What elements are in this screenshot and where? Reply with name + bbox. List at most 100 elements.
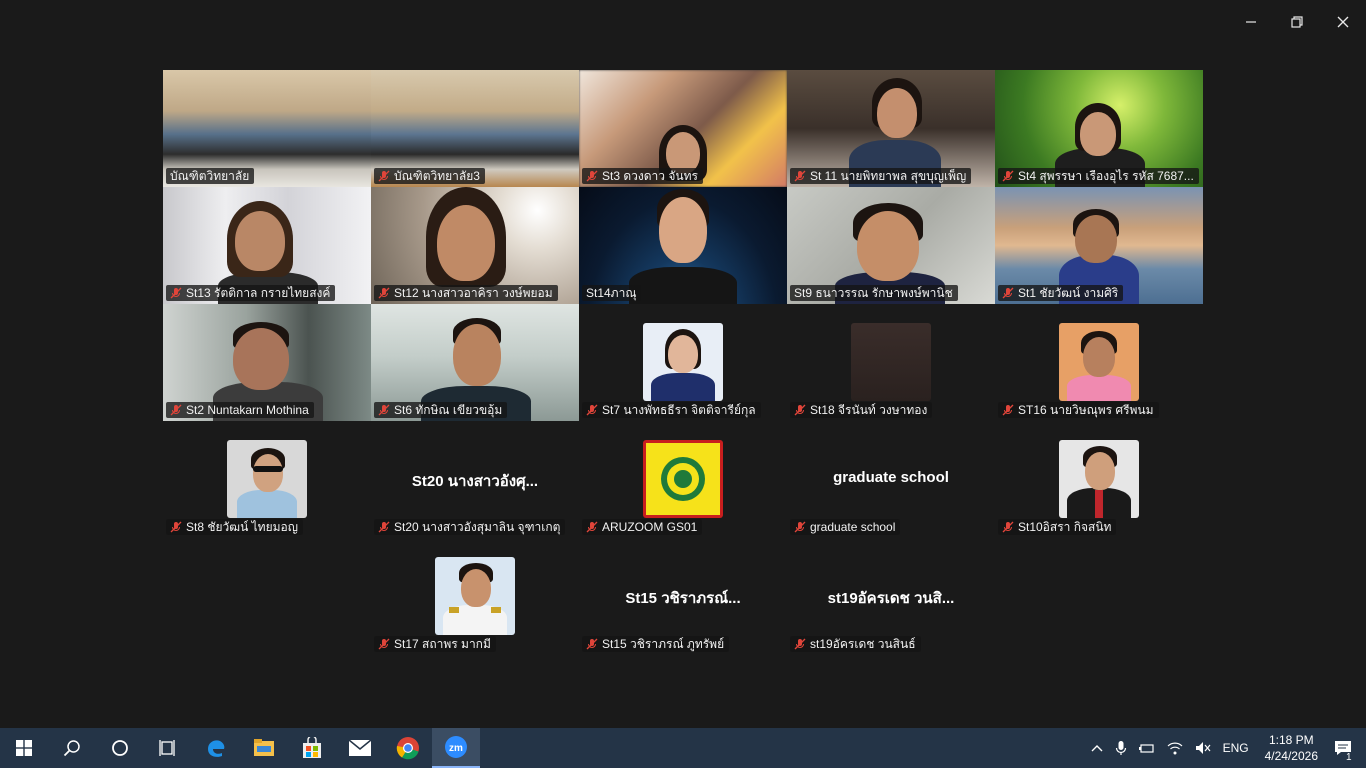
profile-photo [227,440,307,518]
wifi-button[interactable] [1161,741,1189,755]
participant-name-tag: ARUZOOM GS01 [582,519,703,535]
participant-name: St1 ชัยวัฒน์ งามศิริ [1018,286,1119,300]
participant-name: graduate school [810,520,896,534]
participant-name-tag: St4 สุพรรษา เรืองอุไร รหัส 7687... [998,168,1199,184]
muted-mic-icon [586,638,598,650]
participant-tile[interactable]: St6 ทักษิณ เขียวขอุ้ม [371,304,579,421]
participant-tile[interactable]: graduate school graduate school [787,421,995,538]
mail-button[interactable] [336,728,384,768]
microphone-icon [1115,741,1126,755]
minimize-button[interactable] [1228,0,1274,44]
participant-tile[interactable]: St18 จีรนันท์ วงษาทอง [787,304,995,421]
participant-name: St15 วชิราภรณ์ ภูทรัพย์ [602,637,725,651]
gallery-view: บัณฑิตวิทยาลัย บัณฑิตวิทยาลัย3 St3 ดวงดา… [163,70,1203,655]
participant-name: St9 ธนาวรรณ รักษาพงษ์พานิช [794,286,953,300]
participant-tile[interactable]: ARUZOOM GS01 [579,421,787,538]
participant-tile[interactable]: st19อัครเดช วนสิ... st19อัครเดช วนสินธ์ [787,538,995,655]
language-indicator[interactable]: ENG [1217,741,1255,755]
muted-mic-icon [794,638,806,650]
action-center-button[interactable]: 1 [1328,740,1366,763]
participant-tile-active-speaker[interactable]: St9 ธนาวรรณ รักษาพงษ์พานิช [787,187,995,304]
muted-mic-icon [170,287,182,299]
window-controls [1228,0,1366,44]
profile-photo [1059,323,1139,401]
search-button[interactable] [48,728,96,768]
muted-mic-icon [586,521,598,533]
participant-tile[interactable]: St15 วชิราภรณ์... St15 วชิราภรณ์ ภูทรัพย… [579,538,787,655]
participant-tile[interactable]: St14ภาณุ [579,187,787,304]
participant-tile[interactable]: St8 ชัยวัฒน์ ไทยมอญ [163,421,371,538]
restore-button[interactable] [1274,0,1320,44]
edge-icon [208,740,225,757]
participant-name: บัณฑิตวิทยาลัย3 [394,169,480,183]
participant-tile[interactable]: St20 นางสาวอังศุ... St20 นางสาวอังสุมาลิ… [371,421,579,538]
battery-button[interactable] [1133,742,1161,754]
participant-display-name: st19อัครเดช วนสิ... [827,590,955,607]
participant-tile[interactable]: St7 นางพัทธธีรา จิตติจารีย์กุล [579,304,787,421]
muted-mic-icon [170,521,182,533]
show-hidden-icons-button[interactable] [1085,744,1109,752]
participant-tile[interactable]: St1 ชัยวัฒน์ งามศิริ [995,187,1203,304]
participant-name-tag: St18 จีรนันท์ วงษาทอง [790,402,933,418]
participant-name: St8 ชัยวัฒน์ ไทยมอญ [186,520,298,534]
clock-date: 4/24/2026 [1264,749,1318,763]
participant-name: St12 นางสาวอาคิรา วงษ์พยอม [394,286,553,300]
participant-name-tag: St2 Nuntakarn Mothina [166,402,314,418]
zoom-button[interactable]: zm [432,728,480,768]
wifi-icon [1167,742,1183,755]
muted-mic-icon [586,170,598,182]
start-button[interactable] [0,728,48,768]
participant-tile[interactable]: St2 Nuntakarn Mothina [163,304,371,421]
participant-name-tag: บัณฑิตวิทยาลัย3 [374,168,485,184]
volume-button[interactable] [1189,741,1217,755]
participant-name: บัณฑิตวิทยาลัย [170,169,250,183]
participant-name-tag: St1 ชัยวัฒน์ งามศิริ [998,285,1124,301]
participant-tile[interactable]: St12 นางสาวอาคิรา วงษ์พยอม [371,187,579,304]
participant-tile[interactable]: St10อิสรา กิจสนิท [995,421,1203,538]
profile-logo [643,440,723,518]
clock[interactable]: 1:18 PM 4/24/2026 [1255,732,1328,764]
participant-name: ARUZOOM GS01 [602,520,698,534]
participant-tile[interactable]: St13 รัตติกาล กรายไทยสงค์ [163,187,371,304]
participant-tile[interactable]: บัณฑิตวิทยาลัย3 [371,70,579,187]
participant-tile[interactable]: ST16 นายวิษณุพร ศรีพนม [995,304,1203,421]
participant-name: St3 ดวงดาว จันทร [602,169,698,183]
close-button[interactable] [1320,0,1366,44]
edge-button[interactable] [192,728,240,768]
participant-name: St7 นางพัทธธีรา จิตติจารีย์กุล [602,403,756,417]
clock-time: 1:18 PM [1268,733,1314,747]
windows-taskbar: zm ENG 1:18 PM 4/24/2026 1 [0,728,1366,768]
participant-tile[interactable]: St 11 นายพิทยาพล สุขบุญเพ็ญ [787,70,995,187]
participant-tile[interactable]: St3 ดวงดาว จันทร [579,70,787,187]
muted-mic-icon [1002,287,1014,299]
task-view-button[interactable] [144,728,192,768]
participant-name: St14ภาณุ [586,286,637,300]
cortana-button[interactable] [96,728,144,768]
participant-name-tag: St10อิสรา กิจสนิท [998,519,1117,535]
muted-mic-icon [378,521,390,533]
participant-name-tag: St20 นางสาวอังสุมาลิน จุฑาเกตุ [374,519,566,535]
participant-name-tag: St17 สถาพร มากมี [374,636,496,652]
participant-name: St2 Nuntakarn Mothina [186,403,309,417]
muted-mic-icon [378,638,390,650]
participant-name-tag: ST16 นายวิษณุพร ศรีพนม [998,402,1159,418]
participant-name-tag: St 11 นายพิทยาพล สุขบุญเพ็ญ [790,168,972,184]
participant-name-tag: St8 ชัยวัฒน์ ไทยมอญ [166,519,303,535]
participant-display-name: graduate school [833,469,949,486]
participant-name-tag: st19อัครเดช วนสินธ์ [790,636,921,652]
chrome-button[interactable] [384,728,432,768]
participant-tile[interactable]: St4 สุพรรษา เรืองอุไร รหัส 7687... [995,70,1203,187]
participant-name-tag: St7 นางพัทธธีรา จิตติจารีย์กุล [582,402,761,418]
participant-tile[interactable]: St17 สถาพร มากมี [371,538,579,655]
participant-name: St20 นางสาวอังสุมาลิน จุฑาเกตุ [394,520,561,534]
file-explorer-button[interactable] [240,728,288,768]
participant-name-tag: St12 นางสาวอาคิรา วงษ์พยอม [374,285,558,301]
microphone-tray-button[interactable] [1109,740,1133,756]
mail-icon [348,739,372,756]
volume-muted-icon [1195,742,1211,754]
store-button[interactable] [288,728,336,768]
muted-mic-icon [794,404,806,416]
participant-tile[interactable]: บัณฑิตวิทยาลัย [163,70,371,187]
muted-mic-icon [1002,170,1014,182]
profile-photo [851,323,931,401]
